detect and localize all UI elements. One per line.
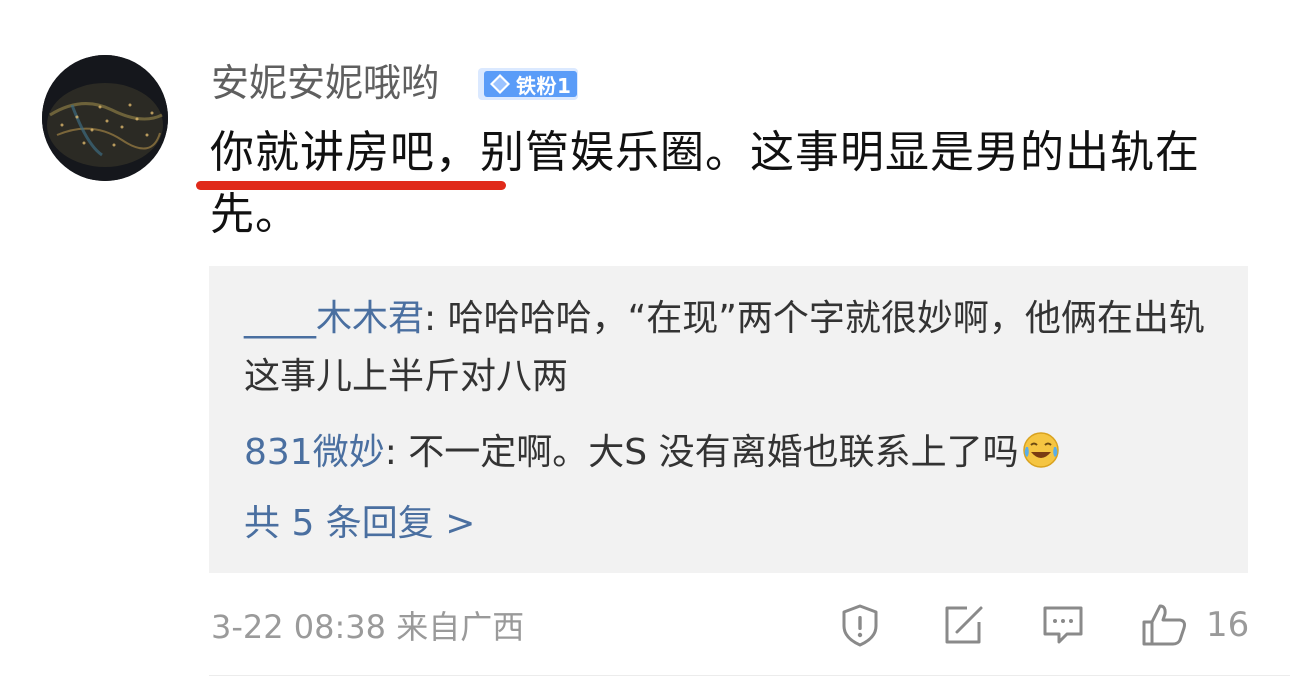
report-icon[interactable] bbox=[838, 602, 882, 648]
comment-username[interactable]: 安妮安妮哦哟 bbox=[211, 58, 439, 108]
like-count: 16 bbox=[1206, 605, 1250, 645]
thumbs-up-icon[interactable] bbox=[1140, 602, 1190, 648]
reply-username[interactable]: ____木木君 bbox=[244, 298, 424, 339]
fan-badge-label: 铁粉1 bbox=[516, 73, 572, 98]
share-icon[interactable] bbox=[941, 602, 985, 648]
reply-item[interactable]: 831微妙: 不一定啊。大S 没有离婚也联系上了吗 bbox=[244, 424, 1234, 482]
diamond-icon bbox=[490, 74, 510, 94]
comment-timestamp: 3-22 08:38 bbox=[211, 608, 387, 646]
user-avatar[interactable] bbox=[42, 55, 168, 181]
reply-preview-box[interactable]: ____木木君: 哈哈哈哈，“在现”两个字就很妙啊，他俩在出轨这事儿上半斤对八两… bbox=[209, 266, 1248, 573]
highlight-underline bbox=[196, 181, 506, 190]
reply-text: : 不一定啊。大S 没有离婚也联系上了吗 bbox=[384, 432, 1019, 473]
divider bbox=[209, 675, 1290, 676]
reply-username[interactable]: 831微妙 bbox=[244, 432, 385, 473]
view-all-replies-link[interactable]: 共 5 条回复 > bbox=[244, 496, 475, 552]
comment-location: 来自广西 bbox=[396, 608, 525, 646]
comment-meta: 3-22 08:38 来自广西 bbox=[211, 605, 524, 649]
laughing-tears-emoji-icon bbox=[1022, 432, 1059, 468]
comment-icon[interactable] bbox=[1041, 602, 1085, 648]
fan-badge[interactable]: 铁粉1 bbox=[478, 68, 578, 100]
reply-item[interactable]: ____木木君: 哈哈哈哈，“在现”两个字就很妙啊，他俩在出轨这事儿上半斤对八两 bbox=[244, 290, 1234, 406]
fan-badge-inner: 铁粉1 bbox=[484, 71, 578, 98]
